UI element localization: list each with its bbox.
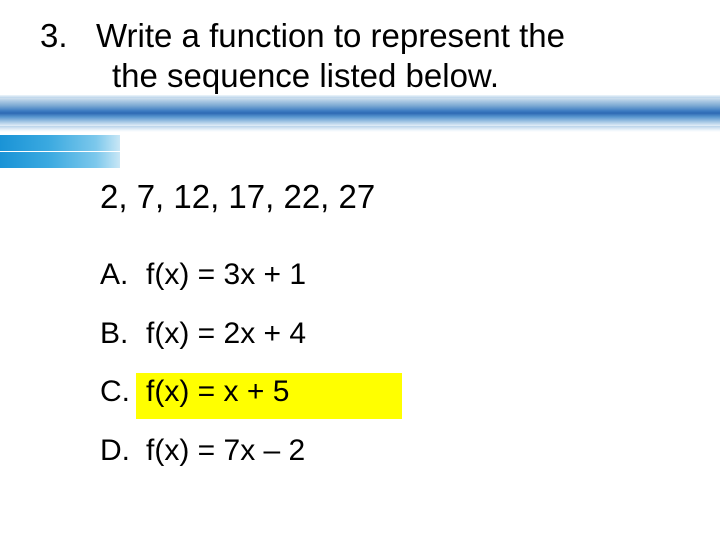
- choice-b-text: f(x) = 2x + 4: [146, 317, 306, 350]
- choice-d: D.f(x) = 7x – 2: [100, 434, 306, 469]
- choice-a-letter: A.: [100, 258, 146, 293]
- question-line-1-text: Write a function to represent the: [96, 17, 565, 54]
- question-line-1: 3.Write a function to represent the: [40, 16, 680, 56]
- sequence-values: 2, 7, 12, 17, 22, 27: [100, 178, 375, 216]
- choice-c-letter: C.: [100, 375, 146, 410]
- decor-stripe-1: [0, 135, 120, 151]
- slide: 3.Write a function to represent the the …: [0, 0, 720, 540]
- choice-c: C.f(x) = x + 5: [100, 375, 306, 410]
- answer-choices: A.f(x) = 3x + 1 B.f(x) = 2x + 4 C.f(x) =…: [100, 258, 306, 492]
- question-line-2: the sequence listed below.: [40, 56, 680, 96]
- question-number: 3.: [40, 16, 96, 56]
- choice-a-text: f(x) = 3x + 1: [146, 258, 306, 291]
- choice-b-letter: B.: [100, 317, 146, 352]
- header-band: [0, 98, 720, 126]
- choice-a: A.f(x) = 3x + 1: [100, 258, 306, 293]
- choice-c-text: f(x) = x + 5: [146, 375, 289, 408]
- choice-b: B.f(x) = 2x + 4: [100, 317, 306, 352]
- decor-stripe-2: [0, 152, 120, 168]
- choice-d-text: f(x) = 7x – 2: [146, 434, 305, 467]
- choice-d-letter: D.: [100, 434, 146, 469]
- question-text: 3.Write a function to represent the the …: [40, 16, 680, 97]
